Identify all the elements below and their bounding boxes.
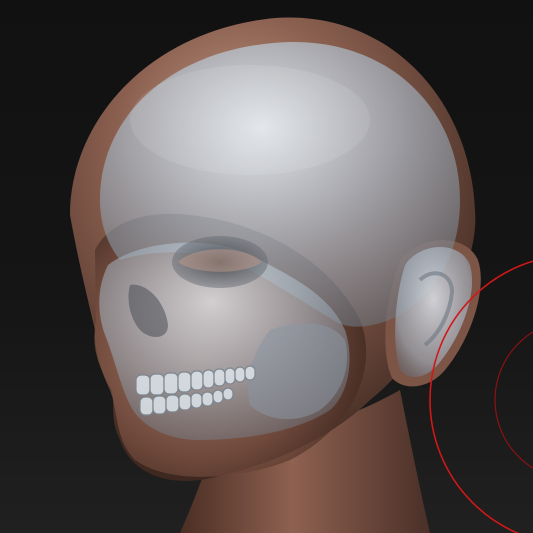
sculpt-canvas[interactable]: [0, 0, 533, 533]
brush-cursor-inner-ring[interactable]: [494, 320, 533, 480]
cranium-highlight: [130, 65, 370, 175]
zbrush-viewport[interactable]: [0, 0, 533, 533]
